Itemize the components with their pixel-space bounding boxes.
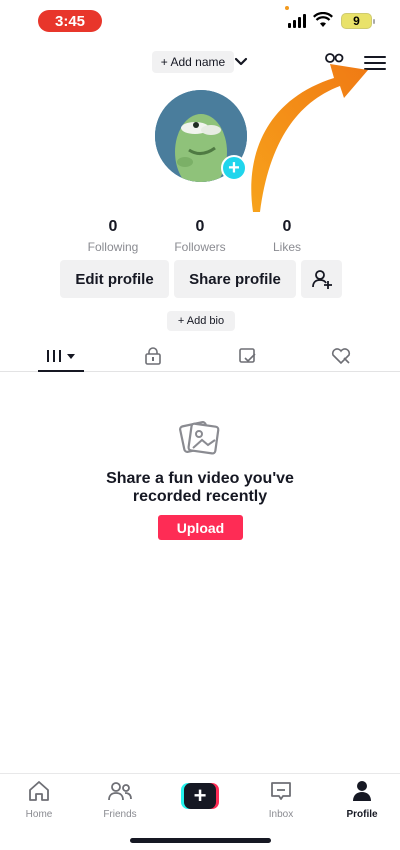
- friends-icon: [108, 782, 132, 801]
- stat-following[interactable]: 0 Following: [73, 218, 153, 254]
- empty-state-title: Share a fun video you've recorded recent…: [60, 470, 340, 506]
- nav-inbox[interactable]: Inbox: [251, 780, 311, 820]
- grid-icon: [47, 350, 75, 362]
- repost-icon: [239, 348, 256, 363]
- stat-likes[interactable]: 0 Likes: [247, 218, 327, 254]
- stat-label: Following: [87, 240, 139, 254]
- active-tab-indicator: [38, 370, 84, 372]
- profile-icon: [353, 781, 371, 801]
- lock-icon: [145, 347, 161, 365]
- status-bar: 3:45 9: [0, 0, 400, 44]
- create-button[interactable]: +: [181, 783, 219, 809]
- empty-state-line-1: Share a fun video you've: [106, 470, 294, 487]
- people-icon[interactable]: [322, 52, 346, 72]
- stat-label: Followers: [174, 240, 226, 254]
- photos-icon: [179, 421, 220, 455]
- stat-value: 0: [282, 218, 292, 235]
- add-friend-button[interactable]: [301, 260, 342, 298]
- nav-home[interactable]: Home: [9, 780, 69, 820]
- tab-liked[interactable]: [321, 340, 361, 372]
- nav-profile[interactable]: Profile: [332, 780, 392, 820]
- create-plus-icon: +: [184, 783, 216, 809]
- empty-state-line-2: recorded recently: [132, 488, 268, 505]
- nav-label: Friends: [103, 809, 137, 820]
- recording-dot-icon: [285, 6, 289, 10]
- edit-profile-button[interactable]: Edit profile: [60, 260, 169, 298]
- chevron-down-icon[interactable]: [233, 54, 249, 70]
- tab-private[interactable]: [133, 340, 173, 372]
- home-icon: [29, 781, 49, 801]
- add-name-button[interactable]: + Add name: [152, 51, 234, 73]
- wifi-icon: [313, 12, 333, 27]
- share-profile-button[interactable]: Share profile: [174, 260, 296, 298]
- stat-value: 0: [195, 218, 205, 235]
- cellular-signal-icon: [288, 14, 306, 28]
- add-user-icon: [311, 270, 332, 289]
- inbox-icon: [271, 782, 291, 800]
- nav-label: Profile: [346, 809, 378, 820]
- add-avatar-button[interactable]: +: [221, 155, 247, 181]
- tab-videos[interactable]: [38, 340, 84, 372]
- home-indicator[interactable]: [130, 838, 271, 843]
- nav-label: Inbox: [268, 809, 294, 820]
- stat-label: Likes: [272, 240, 301, 254]
- nav-friends[interactable]: Friends: [90, 780, 150, 820]
- battery-indicator: 9: [341, 13, 375, 29]
- stat-followers[interactable]: 0 Followers: [160, 218, 240, 254]
- add-bio-button[interactable]: + Add bio: [167, 311, 235, 331]
- profile-tabs: [0, 340, 400, 372]
- annotation-arrow-icon: [251, 64, 368, 212]
- liked-heart-icon: [331, 348, 351, 365]
- tab-reposts[interactable]: [228, 340, 268, 372]
- upload-button[interactable]: Upload: [158, 515, 243, 540]
- nav-label: Home: [25, 809, 53, 820]
- menu-icon[interactable]: [364, 54, 386, 72]
- status-time: 3:45: [38, 10, 102, 32]
- stat-value: 0: [108, 218, 118, 235]
